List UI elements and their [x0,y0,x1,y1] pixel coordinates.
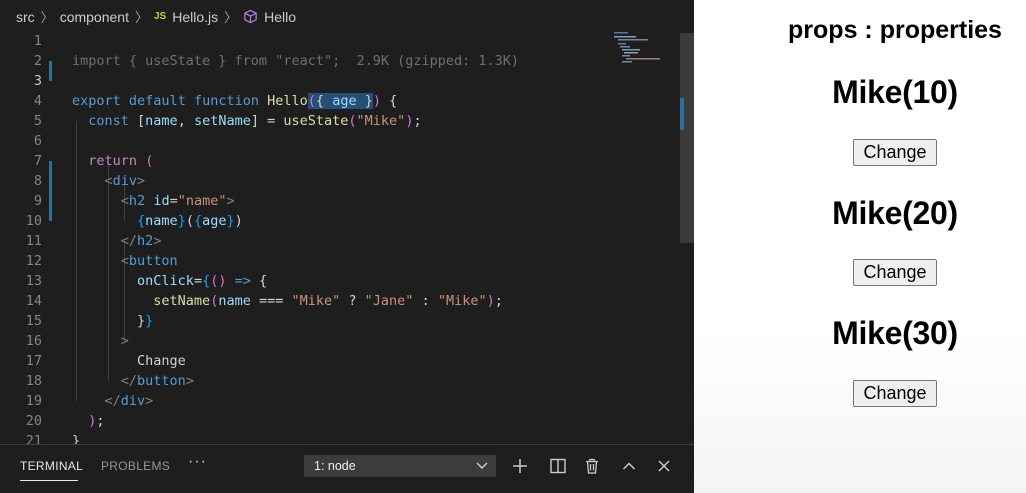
tab-problems[interactable]: PROBLEMS [101,459,170,473]
editor-scrollbar-thumb[interactable] [680,33,694,243]
ellipsis-icon[interactable]: ··· [188,453,207,471]
trash-icon[interactable] [583,457,601,475]
change-button[interactable]: Change [853,139,937,166]
code-line: 21 [0,411,680,444]
code-line: 19 ); [0,371,680,429]
code-line: 15 > [0,291,680,349]
active-tab-indicator [20,480,78,481]
code-line: 18 </div> [0,351,680,409]
code-line: 16 Change [0,311,680,369]
chevron-right-icon: 〉 [134,10,148,25]
person-heading: Mike(30) [832,315,958,351]
code-line: 7 <div> [0,131,680,189]
code-line: 5 [0,91,680,129]
chevron-right-icon: 〉 [224,10,238,25]
person-heading: Mike(20) [832,195,958,231]
person-heading: Mike(10) [832,74,958,110]
terminal-select[interactable]: 1: node [304,455,496,477]
plus-icon[interactable] [511,457,529,475]
code-area[interactable]: 1 import { useState } from "react"; 2.9K… [0,21,680,444]
split-icon[interactable] [549,457,567,475]
change-button[interactable]: Change [853,259,937,286]
change-button[interactable]: Change [853,380,937,407]
code-editor[interactable]: 1 import { useState } from "react"; 2.9K… [0,0,694,493]
breadcrumb-item-file[interactable]: Hello.js [172,9,218,25]
chevron-right-icon: 〉 [40,10,54,25]
close-icon[interactable] [655,457,673,475]
code-line: 6 return ( [0,111,680,169]
code-line: 4 const [name, setName] = useState("Mike… [0,71,680,129]
cube-icon [244,9,257,24]
code-line: 17 </button> [0,331,680,389]
breadcrumb-item-component[interactable]: component [60,9,129,25]
code-line: 9 {name}({age}) [0,171,680,229]
code-line: 12 onClick={() => { [0,231,680,289]
js-file-icon: JS [153,11,167,22]
browser-preview: props : properties Mike(10) Change Mike(… [694,0,1026,493]
breadcrumb: src 〉 component 〉 JS Hello.js 〉 Hello [0,0,694,33]
scrollbar-change-marker [680,98,684,130]
code-line: 20 } [0,391,680,444]
code-line: 13 setName(name === "Mike" ? "Jane" : "M… [0,251,680,309]
minimap[interactable] [612,30,672,70]
chevron-up-icon[interactable] [620,457,638,475]
terminal-select-value: 1: node [314,459,356,473]
code-line: 10 </h2> [0,191,680,249]
page-title: props : properties [788,16,1002,44]
code-line-active: 3 export default function Hello({ age })… [0,51,680,109]
code-line: 2 [0,31,680,69]
chevron-down-icon [476,462,488,470]
code-line: 8 <h2 id="name"> [0,151,680,209]
breadcrumb-item-symbol[interactable]: Hello [264,9,296,25]
code-line: 11 <button [0,211,680,269]
code-text: } [72,433,81,444]
breadcrumb-item-src[interactable]: src [16,9,35,25]
line-number: 21 [25,433,42,444]
bottom-panel: TERMINAL PROBLEMS ··· 1: node [0,444,694,493]
tab-terminal[interactable]: TERMINAL [20,459,83,473]
code-line: 14 }} [0,271,680,329]
